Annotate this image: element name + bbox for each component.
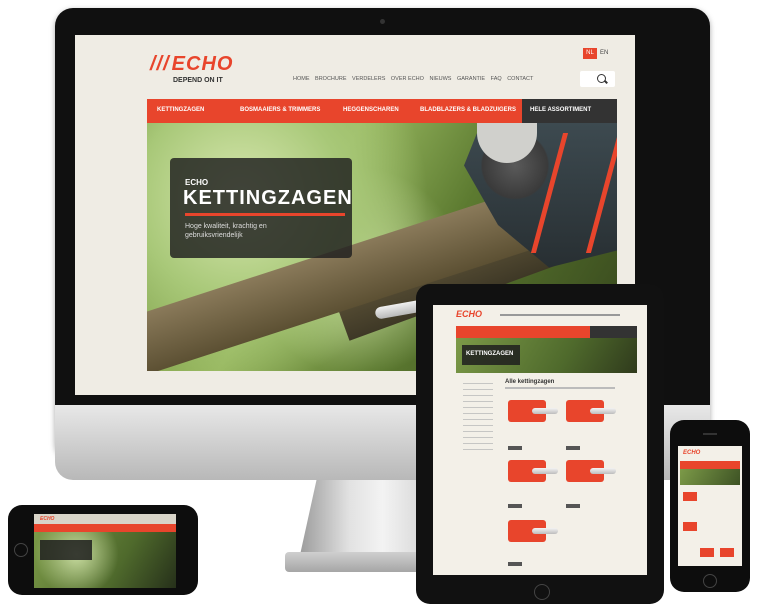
product-thumbnail[interactable] [566,460,616,482]
echo-logo[interactable]: ///ECHO [150,53,233,76]
product-thumbnail[interactable] [508,400,558,422]
nav-nieuws[interactable]: NIEUWS [429,76,451,82]
product-thumbnail[interactable] [566,400,616,422]
hero-brand: ECHO [185,178,209,187]
camera-icon [380,19,385,24]
product-button[interactable] [508,446,522,450]
language-en-button[interactable]: EN [600,48,608,59]
nav-over-echo[interactable]: OVER ECHO [391,76,424,82]
product-thumbnail[interactable] [508,520,558,542]
product-thumbnail[interactable] [508,460,558,482]
home-button-icon [534,584,550,600]
phone-product-thumbnail[interactable] [683,522,697,531]
phone-product-thumbnail[interactable] [720,548,734,557]
phone-product-thumbnail[interactable] [700,548,714,557]
home-button-icon [14,543,28,557]
tablet-hero-title: KETTINGZAGEN [466,351,514,357]
hero-subtitle: Hoge kwaliteit, krachtig en gebruiksvrie… [185,223,267,239]
category-heggenscharen[interactable]: HEGGENSCHAREN [343,107,399,113]
tablet-sidebar-filters[interactable] [463,383,493,453]
category-bosmaaiers[interactable]: BOSMAAIERS & TRIMMERS [240,107,320,113]
tablet-top-navigation[interactable] [500,314,620,316]
category-hele-assortiment[interactable]: HELE ASSORTIMENT [530,107,591,113]
category-kettingzagen[interactable]: KETTINGZAGEN [157,107,204,113]
phone-category-bar[interactable] [680,461,740,469]
nav-contact[interactable]: CONTACT [507,76,533,82]
hero-underline [185,213,345,216]
landscape-category-bar[interactable] [34,524,176,532]
phone-echo-logo[interactable]: ECHO [683,450,700,456]
tablet-intro-text [505,387,615,389]
phone-hero-image [680,469,740,485]
tablet-section-title: Alle kettingzagen [505,379,555,385]
product-button[interactable] [508,504,522,508]
nav-verdelers[interactable]: VERDELERS [352,76,385,82]
hero-title: KETTINGZAGEN [183,187,353,209]
landscape-echo-logo[interactable]: ECHO [40,516,54,522]
category-bladblazers[interactable]: BLADBLAZERS & BLADZUIGERS [420,107,516,113]
tablet-category-all[interactable] [590,326,637,338]
tablet-category-bar[interactable] [456,326,606,338]
nav-garantie[interactable]: GARANTIE [457,76,485,82]
landscape-hero-caption-box [40,540,92,560]
product-button[interactable] [566,504,580,508]
speaker-icon [703,433,717,435]
product-button[interactable] [508,562,522,566]
echo-tagline: DEPEND ON IT [173,77,223,84]
tablet-echo-logo[interactable]: ECHO [456,309,482,319]
nav-faq[interactable]: FAQ [491,76,502,82]
nav-home[interactable]: HOME [293,76,310,82]
nav-brochure[interactable]: BROCHURE [315,76,346,82]
search-icon[interactable] [597,74,606,83]
home-button-icon [703,574,717,588]
language-nl-button[interactable]: NL [583,48,597,59]
product-button[interactable] [566,446,580,450]
phone-product-thumbnail[interactable] [683,492,697,501]
top-navigation: HOME BROCHURE VERDELERS OVER ECHO NIEUWS… [293,76,537,82]
